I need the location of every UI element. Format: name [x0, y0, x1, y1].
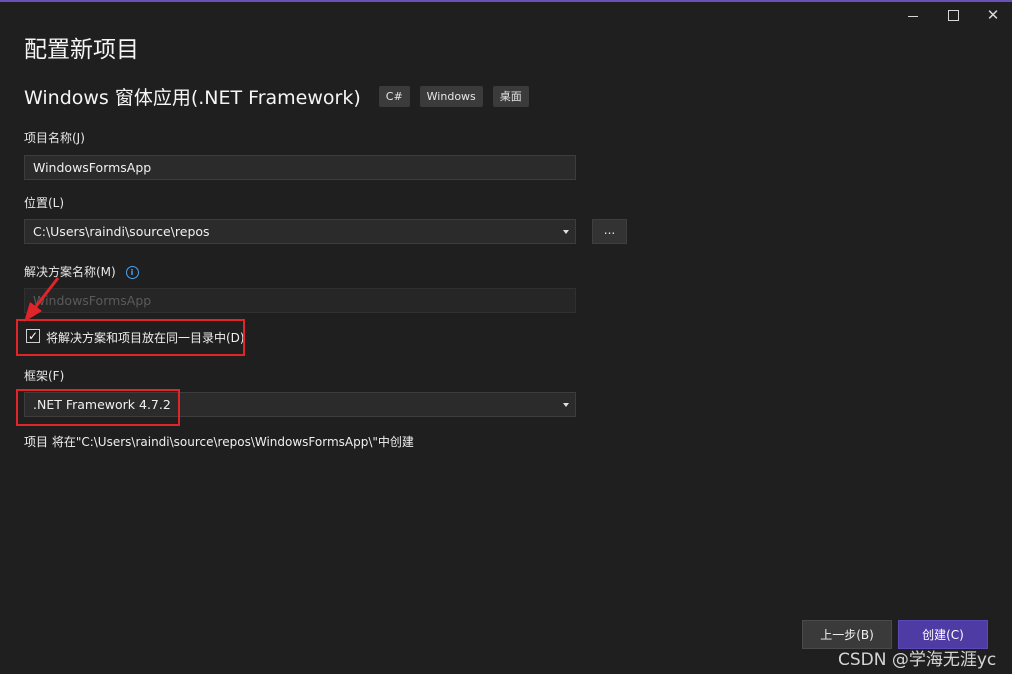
annotation-arrow [24, 277, 60, 322]
arrow-head-icon [24, 302, 42, 322]
watermark: CSDN @学海无涯yc [838, 650, 997, 670]
arrow-shaft [32, 277, 60, 310]
creation-summary: 项目 将在"C:\Users\raindi\source\repos\Windo… [24, 435, 414, 449]
